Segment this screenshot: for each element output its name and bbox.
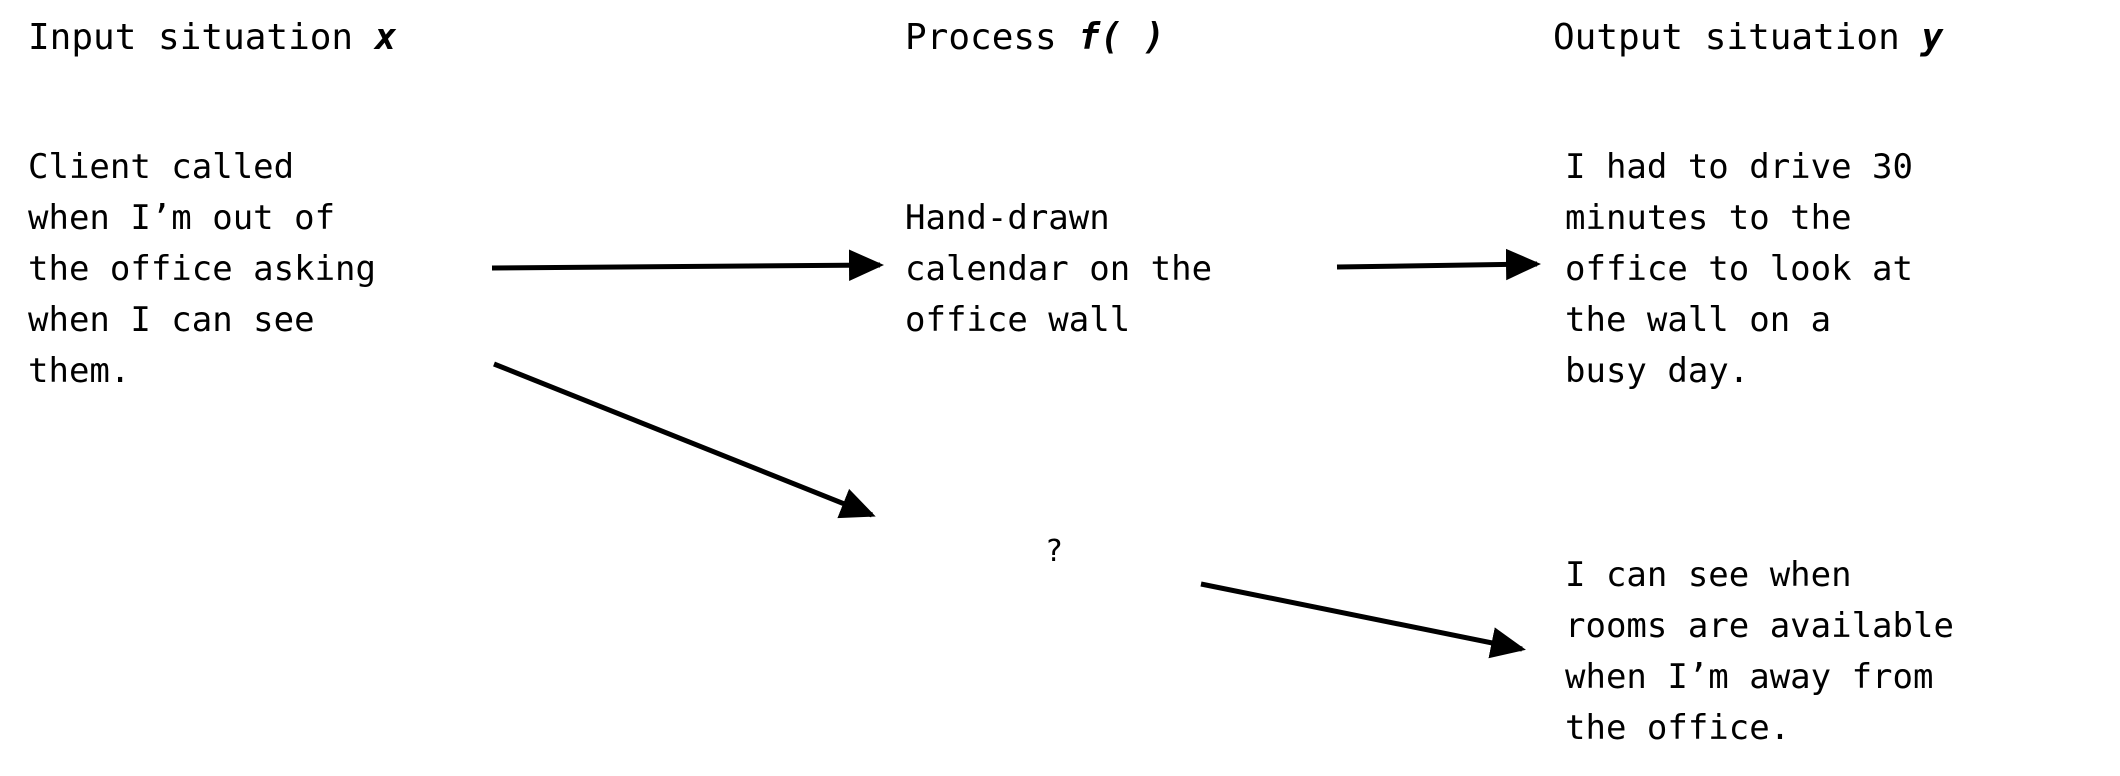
- arrow-input-to-unknown-process: [493, 361, 876, 519]
- diagram-canvas: Input situation x Process f( ) Output si…: [0, 0, 2120, 776]
- arrow-unknown-process-to-desired-output: [1200, 581, 1526, 659]
- column-header-input-symbol: x: [374, 17, 397, 58]
- column-header-output: Output situation y: [1553, 20, 1943, 56]
- arrow-line-input-to-process: [491, 249, 884, 281]
- column-header-output-symbol: y: [1921, 17, 1944, 58]
- node-output-current: I had to drive 30 minutes to the office …: [1565, 147, 1913, 391]
- column-header-output-label: Output situation: [1553, 17, 1922, 58]
- column-header-process-label: Process: [905, 17, 1079, 58]
- arrow-line-process-to-output: [1336, 248, 1541, 281]
- node-input-situation: Client called when I’m out of the office…: [28, 147, 376, 391]
- arrow-process-to-output: [1336, 248, 1541, 281]
- column-header-input-label: Input situation: [28, 17, 375, 58]
- column-header-process-symbol: f( ): [1078, 17, 1166, 58]
- node-process-unknown: ?: [1045, 534, 1064, 569]
- arrow-line-unknown-process-to-desired-output: [1200, 581, 1526, 659]
- column-header-process: Process f( ): [905, 20, 1165, 56]
- arrow-input-to-process: [491, 249, 884, 281]
- node-process-known: Hand-drawn calendar on the office wall: [905, 198, 1213, 340]
- arrow-line-input-to-unknown-process: [493, 361, 876, 519]
- column-header-input: Input situation x: [28, 20, 396, 56]
- node-output-desired: I can see when rooms are available when …: [1565, 555, 1954, 748]
